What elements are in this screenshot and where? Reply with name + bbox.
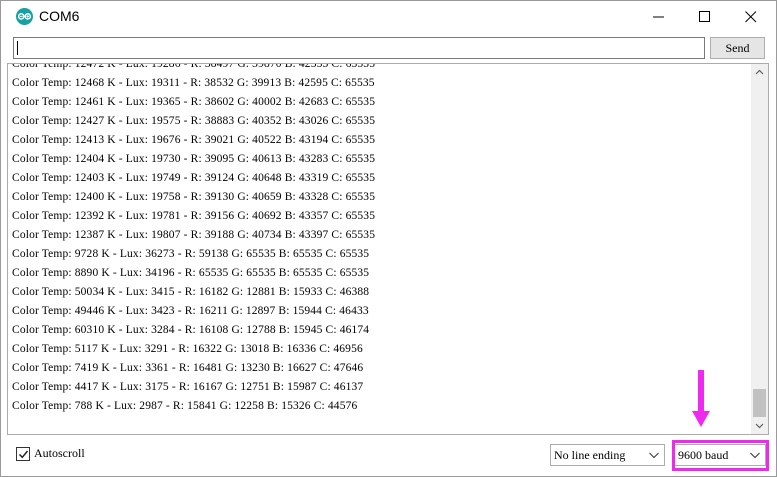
line-ending-select[interactable]: No line ending [550, 444, 665, 466]
output-lines: Color Temp: 12472 K - Lux: 19286 - R: 38… [12, 63, 752, 416]
output-line: Color Temp: 7419 K - Lux: 3361 - R: 1648… [12, 362, 364, 374]
maximize-icon [699, 11, 710, 22]
output-line: Color Temp: 12392 K - Lux: 19781 - R: 39… [12, 210, 376, 222]
arduino-logo-icon [16, 8, 33, 25]
output-line: Color Temp: 8890 K - Lux: 34196 - R: 655… [12, 267, 370, 279]
output-line: Color Temp: 12413 K - Lux: 19676 - R: 39… [12, 134, 376, 146]
output-line: Color Temp: 12403 K - Lux: 19749 - R: 39… [12, 172, 376, 184]
scroll-up-button[interactable] [751, 64, 768, 81]
output-line: Color Temp: 12400 K - Lux: 19758 - R: 39… [12, 191, 376, 203]
send-button[interactable]: Send [710, 37, 765, 59]
output-line: Color Temp: 4417 K - Lux: 3175 - R: 1616… [12, 381, 364, 393]
bottom-bar: Autoscroll No line ending 9600 baud [1, 437, 776, 476]
serial-monitor-window: COM6 Send Color Temp: 12472 K - Lux: 192… [0, 0, 777, 477]
output-line: Color Temp: 49446 K - Lux: 3423 - R: 162… [12, 305, 369, 317]
text-caret [17, 41, 18, 55]
close-icon [745, 11, 757, 23]
window-title: COM6 [39, 8, 80, 24]
chevron-up-icon [755, 69, 764, 75]
output-line: Color Temp: 12427 K - Lux: 19575 - R: 38… [12, 115, 376, 127]
output-line: Color Temp: 12461 K - Lux: 19365 - R: 38… [12, 96, 376, 108]
scroll-down-button[interactable] [751, 417, 768, 434]
output-line: Color Temp: 788 K - Lux: 2987 - R: 15841… [12, 400, 358, 412]
title-bar[interactable]: COM6 [1, 1, 776, 32]
input-row: Send [1, 32, 776, 62]
output-line: Color Temp: 12404 K - Lux: 19730 - R: 39… [12, 153, 376, 165]
autoscroll-label[interactable]: Autoscroll [34, 446, 85, 461]
output-line: Color Temp: 9728 K - Lux: 36273 - R: 591… [12, 248, 370, 260]
scrollbar-thumb[interactable] [753, 389, 766, 417]
output-line: Color Temp: 60310 K - Lux: 3284 - R: 161… [12, 324, 370, 336]
minimize-button[interactable] [636, 1, 682, 32]
chevron-down-icon [755, 423, 764, 429]
vertical-scrollbar[interactable] [751, 64, 768, 434]
output-line: Color Temp: 12387 K - Lux: 19807 - R: 39… [12, 229, 376, 241]
autoscroll-checkbox[interactable] [16, 447, 30, 461]
output-line: Color Temp: 5117 K - Lux: 3291 - R: 1632… [12, 343, 363, 355]
maximize-button[interactable] [682, 1, 728, 32]
annotation-arrow-shaft [698, 370, 704, 415]
output-line: Color Temp: 12472 K - Lux: 19286 - R: 38… [12, 63, 376, 70]
baud-highlight-annotation [672, 440, 769, 471]
check-icon [18, 450, 29, 459]
minimize-icon [653, 16, 664, 18]
chevron-down-icon [649, 452, 659, 459]
close-button[interactable] [728, 1, 774, 32]
annotation-arrow-head [692, 411, 710, 427]
line-ending-value: No line ending [554, 448, 626, 462]
output-line: Color Temp: 50034 K - Lux: 3415 - R: 161… [12, 286, 370, 298]
output-line: Color Temp: 12468 K - Lux: 19311 - R: 38… [12, 77, 375, 89]
serial-output[interactable]: Color Temp: 12472 K - Lux: 19286 - R: 38… [7, 63, 769, 435]
serial-input[interactable] [13, 37, 705, 59]
